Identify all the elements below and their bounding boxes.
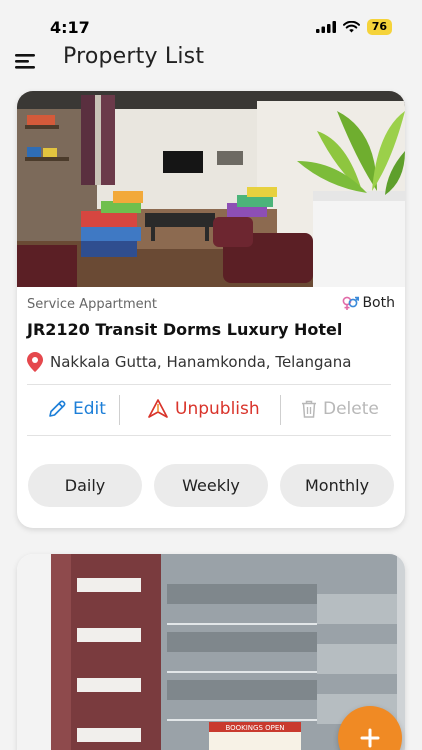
daily-rate-button[interactable]: Daily bbox=[28, 464, 142, 507]
app-header: Property List bbox=[0, 42, 422, 82]
status-icons: 76 bbox=[315, 19, 392, 35]
hamburger-menu-icon bbox=[15, 54, 35, 69]
daily-label: Daily bbox=[64, 476, 106, 495]
gender-icon bbox=[343, 296, 360, 310]
status-time: 4:17 bbox=[50, 18, 90, 37]
status-bar: 4:17 76 bbox=[0, 0, 422, 42]
divider bbox=[27, 384, 391, 385]
wifi-icon bbox=[342, 21, 360, 33]
edit-button[interactable]: Edit bbox=[47, 393, 106, 425]
menu-button[interactable] bbox=[15, 50, 39, 72]
pencil-icon bbox=[49, 400, 66, 417]
edit-label: Edit bbox=[73, 399, 106, 419]
location-text: Nakkala Gutta, Hanamkonda, Telangana bbox=[50, 353, 352, 371]
unpublish-icon bbox=[148, 399, 168, 418]
property-photo bbox=[17, 91, 405, 287]
trash-icon bbox=[302, 400, 316, 418]
monthly-rate-button[interactable]: Monthly bbox=[280, 464, 394, 507]
property-type: Service Appartment bbox=[27, 297, 157, 312]
divider bbox=[27, 435, 391, 436]
weekly-rate-button[interactable]: Weekly bbox=[154, 464, 268, 507]
location-pin-icon bbox=[27, 352, 43, 372]
plus-icon bbox=[360, 728, 380, 748]
property-card[interactable]: Service Appartment Both JR2120 Transit D… bbox=[17, 91, 405, 528]
battery-indicator: 76 bbox=[366, 19, 392, 35]
unpublish-label: Unpublish bbox=[175, 399, 260, 419]
unpublish-button[interactable]: Unpublish bbox=[147, 393, 260, 425]
action-separator bbox=[280, 395, 281, 425]
delete-label: Delete bbox=[323, 399, 379, 419]
property-name: JR2120 Transit Dorms Luxury Hotel bbox=[27, 320, 343, 339]
monthly-label: Monthly bbox=[304, 476, 370, 495]
gender-badge: Both bbox=[341, 295, 395, 311]
property-location: Nakkala Gutta, Hanamkonda, Telangana bbox=[26, 352, 351, 372]
action-separator bbox=[119, 395, 120, 425]
banner-text: BOOKINGS OPEN bbox=[225, 724, 284, 732]
gender-label: Both bbox=[362, 295, 395, 311]
page-title: Property List bbox=[63, 44, 205, 69]
delete-button[interactable]: Delete bbox=[301, 393, 379, 425]
weekly-label: Weekly bbox=[182, 476, 240, 495]
cellular-signal-icon bbox=[315, 21, 336, 33]
